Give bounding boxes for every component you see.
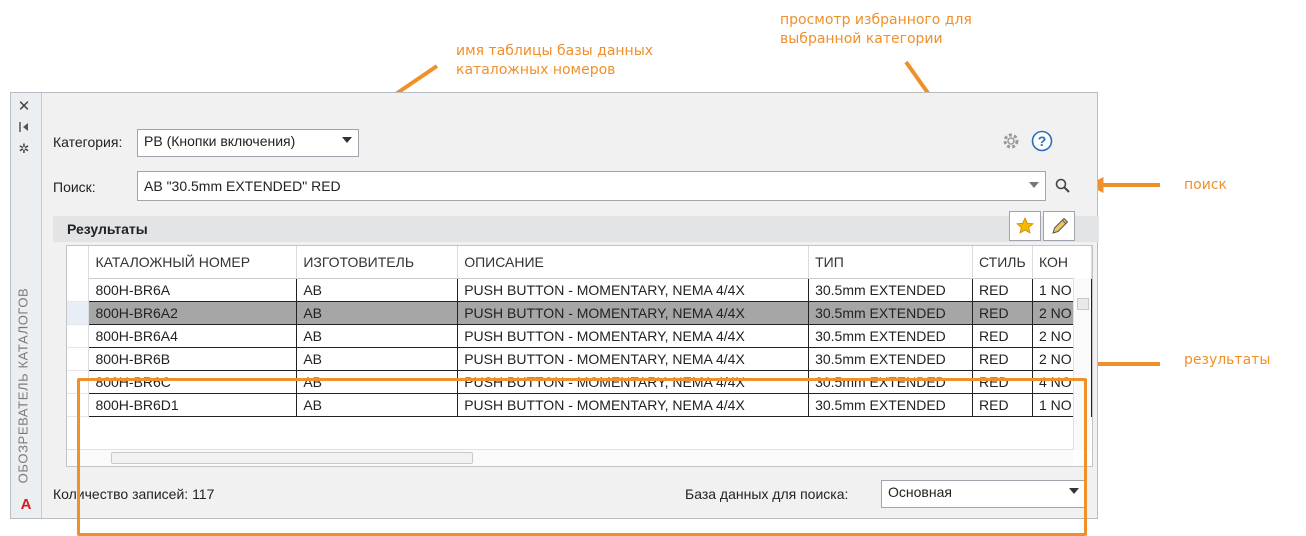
settings-gear-icon[interactable] <box>1001 131 1021 154</box>
search-icon[interactable] <box>1055 178 1071 197</box>
table-cell[interactable]: AB <box>296 301 459 325</box>
results-title: Результаты <box>67 221 148 237</box>
table-cell[interactable]: PUSH BUTTON - MOMENTARY, NEMA 4/4X <box>457 347 810 371</box>
results-highlight-outline <box>77 378 1087 536</box>
table-cell[interactable]: 800H-BR6A4 <box>88 324 298 348</box>
edit-button[interactable] <box>1043 211 1075 241</box>
chevron-down-icon[interactable] <box>1029 182 1039 188</box>
table-cell[interactable]: PUSH BUTTON - MOMENTARY, NEMA 4/4X <box>457 278 810 302</box>
table-cell[interactable]: AB <box>296 324 459 348</box>
table-cell[interactable]: PUSH BUTTON - MOMENTARY, NEMA 4/4X <box>457 324 810 348</box>
svg-text:?: ? <box>1038 133 1047 149</box>
properties-icon[interactable]: ✲ <box>16 141 32 157</box>
table-cell[interactable]: RED <box>972 301 1033 325</box>
table-row[interactable]: 800H-BR6A2 AB PUSH BUTTON - MOMENTARY, NEM… <box>67 301 1092 325</box>
callout-favorites: просмотр избранного для выбранной катего… <box>780 12 972 47</box>
column-header[interactable]: ИЗГОТОВИТЕЛЬ <box>296 246 459 279</box>
column-header[interactable]: ТИП <box>808 246 974 279</box>
table-cell[interactable]: RED <box>972 347 1033 371</box>
table-cell[interactable]: AB <box>296 278 459 302</box>
table-cell[interactable]: 800H-BR6A2 <box>88 301 298 325</box>
table-cell[interactable]: 30.5mm EXTENDED <box>808 301 974 325</box>
palette-title: ОБОЗРЕВАТЕЛЬ КАТАЛОГОВ <box>15 287 31 484</box>
table-cell[interactable]: 30.5mm EXTENDED <box>808 278 974 302</box>
row-header-corner <box>67 246 90 279</box>
table-cell[interactable]: AB <box>296 347 459 371</box>
table-cell[interactable]: 30.5mm EXTENDED <box>808 347 974 371</box>
favorites-button[interactable] <box>1009 211 1041 241</box>
auto-hide-icon[interactable] <box>16 121 32 137</box>
category-value: PB (Кнопки включения) <box>144 133 296 149</box>
table-row[interactable]: 800H-BR6A4 AB PUSH BUTTON - MOMENTARY, NEM… <box>67 324 1092 348</box>
column-header[interactable]: КАТАЛОЖНЫЙ НОМЕР <box>88 246 298 279</box>
callout-table-name: имя таблицы базы данных каталожных номер… <box>456 43 654 78</box>
table-cell[interactable]: PUSH BUTTON - MOMENTARY, NEMA 4/4X <box>457 301 810 325</box>
palette-titlebar: ✕ ✲ ОБОЗРЕВАТЕЛЬ КАТАЛОГОВ A <box>11 93 42 518</box>
edit-pencil-icon <box>1052 217 1069 234</box>
row-header[interactable] <box>67 278 90 302</box>
search-input[interactable]: AB "30.5mm EXTENDED" RED <box>137 171 1046 201</box>
row-header[interactable] <box>67 301 90 325</box>
table-cell[interactable]: 30.5mm EXTENDED <box>808 324 974 348</box>
column-header[interactable]: СТИЛЬ <box>972 246 1033 279</box>
autocad-logo: A <box>20 496 32 513</box>
column-header[interactable]: КОН <box>1032 246 1092 279</box>
table-cell[interactable]: RED <box>972 324 1033 348</box>
table-row[interactable]: 800H-BR6A AB PUSH BUTTON - MOMENTARY, NEMA… <box>67 278 1092 302</box>
search-value: AB "30.5mm EXTENDED" RED <box>144 178 341 194</box>
chevron-down-icon <box>342 137 352 143</box>
scroll-thumb[interactable] <box>1077 298 1089 310</box>
table-cell[interactable]: 800H-BR6A <box>88 278 298 302</box>
search-label: Поиск: <box>53 179 96 195</box>
column-header[interactable]: ОПИСАНИЕ <box>457 246 810 279</box>
callout-search: поиск <box>1184 177 1227 193</box>
favorites-star-icon <box>1016 217 1034 234</box>
row-header[interactable] <box>67 347 90 371</box>
results-header: Результаты <box>53 211 1099 242</box>
table-cell[interactable]: 800H-BR6B <box>88 347 298 371</box>
close-icon[interactable]: ✕ <box>16 99 32 115</box>
category-label: Категория: <box>53 134 123 150</box>
catalog-browser-palette: ✕ ✲ ОБОЗРЕВАТЕЛЬ КАТАЛОГОВ A Категория: … <box>10 92 1099 536</box>
table-row[interactable]: 800H-BR6B AB PUSH BUTTON - MOMENTARY, NEMA… <box>67 347 1092 371</box>
row-header[interactable] <box>67 324 90 348</box>
category-dropdown[interactable]: PB (Кнопки включения) <box>137 129 359 157</box>
callout-results: результаты <box>1184 352 1271 368</box>
table-cell[interactable]: RED <box>972 278 1033 302</box>
help-icon[interactable]: ? <box>1031 130 1053 155</box>
